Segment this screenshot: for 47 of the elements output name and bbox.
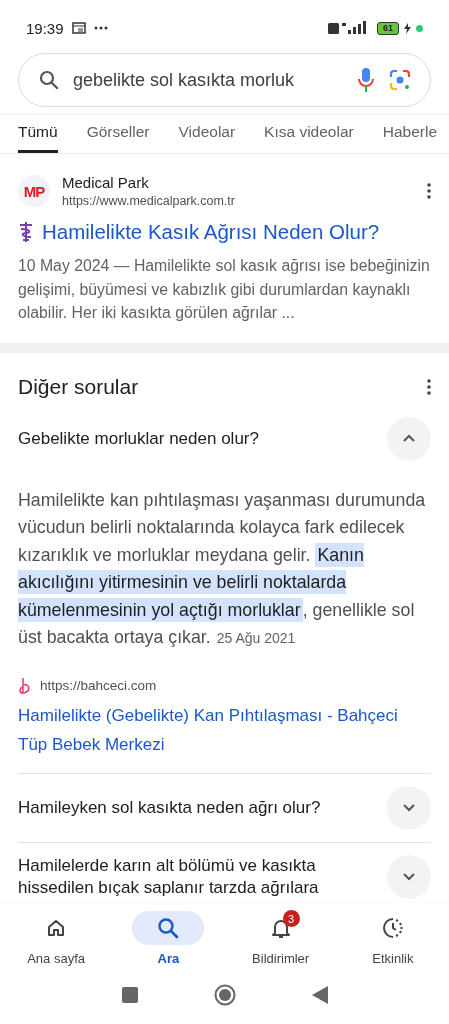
source-url: https://bahceci.com — [40, 678, 157, 693]
result-title-link[interactable]: Hamilelikte Kasık Ağrısı Neden Olur? — [42, 220, 380, 244]
result-snippet: 10 May 2024 — Hamilelikte sol kasık ağrısı ise bebeğinizin gelişimi, büyümesi ve kabızlık gibi durumlardan kaynaklı olabilir. Her iki kasıkta görülen ağrılar ... — [18, 256, 431, 323]
more-notifications-icon — [93, 26, 108, 30]
search-tab[interactable]: Videolar — [178, 113, 236, 153]
indicator-dot-icon — [416, 24, 423, 32]
chevron-down-icon — [402, 872, 416, 881]
nav-label: Ana sayfa — [27, 951, 86, 966]
camera-lens-icon[interactable] — [388, 68, 412, 92]
more-icon[interactable] — [427, 183, 431, 199]
search-icon — [39, 70, 59, 90]
status-time: 19:39 — [26, 19, 64, 37]
recents-icon[interactable] — [121, 987, 138, 1003]
home-button-icon[interactable] — [213, 984, 236, 1006]
search-tab[interactable]: Haberle — [382, 113, 437, 153]
section-heading: Diğer sorular — [18, 374, 139, 399]
notification-badge: 3 — [282, 910, 300, 927]
question-text[interactable]: Hamileyken sol kasıkta neden ağrı olur? — [18, 796, 377, 819]
search-tab[interactable]: Tümü — [18, 113, 58, 153]
search-tab[interactable]: Görseller — [86, 113, 150, 153]
site-name: Medical Park — [62, 174, 150, 191]
chevron-down-icon — [402, 803, 416, 812]
microphone-icon[interactable] — [358, 67, 374, 93]
search-input[interactable]: gebelikte sol kasıkta morluk — [73, 69, 344, 91]
site-logo-icon — [18, 676, 32, 695]
back-icon[interactable] — [311, 986, 328, 1004]
answer-text: Hamilelikte kan pıhtılaşması yaşanması durumunda vücudun belirli noktalarında kolayca fark edilecek kızarıklık ve morluklar meydana gelir. Kanın akıcılığını yitirmesinin ve belirli noktalarda kümelenmesinin yol açtığı morluklar, genellikle sol üst bacakta ortaya çıkar. 25 Ağu 2021 — [18, 488, 427, 649]
site-favicon: MP — [18, 175, 50, 207]
more-icon[interactable] — [427, 378, 431, 395]
search-icon — [157, 917, 180, 939]
nav-label: Ara — [157, 951, 180, 966]
caduceus-icon — [18, 221, 34, 243]
source-title-link[interactable]: Hamilelikte (Gebelikte) Kan Pıhtılaşması - Bahçeci Tüp Bebek Merkezi — [18, 700, 431, 759]
chevron-up-icon — [402, 434, 416, 443]
activity-icon — [381, 917, 404, 939]
calendar-icon — [71, 22, 86, 34]
home-icon — [46, 918, 67, 938]
question-text[interactable]: Hamilelerde karın alt bölümü ve kasıkta hissedilen bıçak saplanır tarzda ağrılara — [18, 854, 377, 899]
site-url: https://www.medicalpark.com.tr — [62, 194, 236, 208]
nav-label: Etkinlik — [372, 951, 414, 966]
question-text[interactable]: Gebelikte morluklar neden olur? — [18, 427, 377, 450]
search-tab[interactable]: Kısa videolar — [264, 113, 354, 153]
nav-tab[interactable]: 3 — [244, 911, 317, 945]
nav-label: Bildirimler — [252, 951, 310, 966]
charging-icon — [404, 22, 411, 34]
nav-tab[interactable] — [132, 911, 205, 945]
battery-level: 61 — [377, 21, 399, 35]
